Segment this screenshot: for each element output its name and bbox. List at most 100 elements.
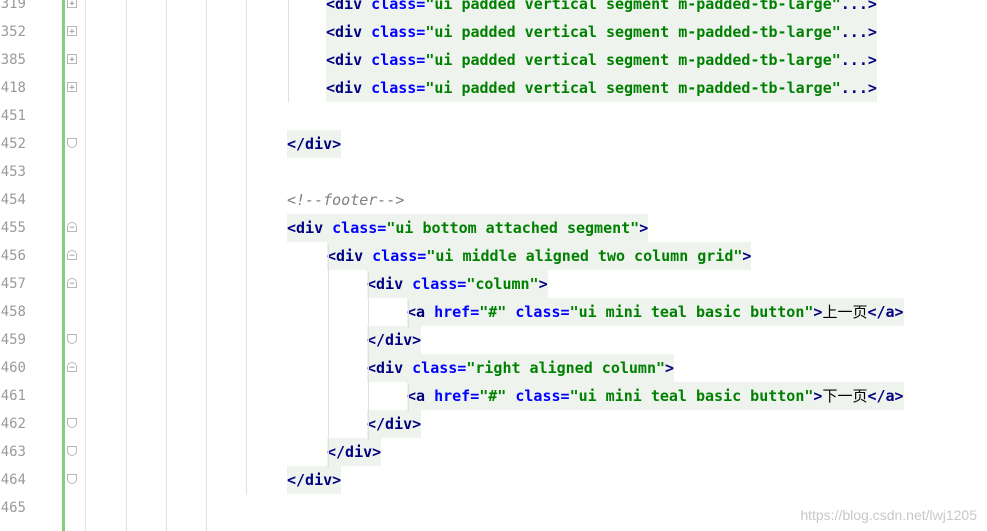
fold-expand-icon[interactable]: + bbox=[67, 0, 77, 9]
code-token: "#" bbox=[479, 387, 516, 405]
code-line[interactable]: 462 </div> bbox=[0, 410, 987, 438]
line-number: 453 bbox=[0, 164, 26, 180]
code-line[interactable]: 458 <a href="#" class="ui mini teal basic… bbox=[0, 298, 987, 326]
code-token: "ui padded vertical segment m-padded-tb-… bbox=[425, 51, 841, 69]
code-line[interactable]: 460 − <div class="right aligned column"> bbox=[0, 354, 987, 382]
indent-guide bbox=[126, 0, 127, 531]
code-line[interactable]: 352 + <div class="ui padded vertical segme… bbox=[0, 18, 987, 46]
code-text: <div class="ui padded vertical segment m… bbox=[326, 18, 877, 46]
code-token: </a> bbox=[867, 387, 904, 405]
indent-guide bbox=[166, 0, 167, 531]
line-number: 319 bbox=[0, 0, 26, 12]
code-text: </div> bbox=[287, 130, 342, 158]
code-token: "column" bbox=[466, 275, 539, 293]
indent-guide bbox=[408, 384, 409, 412]
fold-collapse-icon[interactable]: − bbox=[67, 250, 77, 261]
code-line[interactable]: 461 <a href="#" class="ui mini teal basic… bbox=[0, 382, 987, 410]
code-text: <div class="ui bottom attached segment"> bbox=[287, 214, 649, 242]
code-token: ...> bbox=[840, 0, 877, 13]
code-token: href= bbox=[434, 387, 480, 405]
line-number: 455 bbox=[0, 220, 26, 236]
fold-collapse-icon[interactable]: − bbox=[67, 278, 77, 289]
code-token: <div bbox=[326, 79, 372, 97]
code-text: </div> bbox=[367, 326, 422, 354]
code-token: class= bbox=[515, 303, 570, 321]
code-token: "ui middle aligned two column grid" bbox=[426, 247, 743, 265]
code-line[interactable]: 464 </div> bbox=[0, 466, 987, 494]
code-token: class= bbox=[515, 387, 570, 405]
code-line[interactable]: 454 <!--footer--> bbox=[0, 186, 987, 214]
code-line[interactable]: 418 + <div class="ui padded vertical segme… bbox=[0, 74, 987, 102]
fold-expand-icon[interactable]: + bbox=[67, 26, 77, 37]
code-line[interactable]: 451 bbox=[0, 102, 987, 130]
code-token: class= bbox=[412, 275, 467, 293]
code-line[interactable]: 385 + <div class="ui padded vertical segme… bbox=[0, 46, 987, 74]
code-token: "ui bottom attached segment" bbox=[386, 219, 640, 237]
code-token: "#" bbox=[479, 303, 516, 321]
fold-end-icon bbox=[67, 334, 77, 344]
line-number: 457 bbox=[0, 276, 26, 292]
code-line[interactable]: 452 </div> bbox=[0, 130, 987, 158]
line-number: 452 bbox=[0, 136, 26, 152]
code-token: ...> bbox=[840, 51, 877, 69]
code-token: <div bbox=[326, 0, 372, 13]
line-number: 458 bbox=[0, 304, 26, 320]
code-text: <div class="ui padded vertical segment m… bbox=[326, 46, 877, 74]
code-token: "ui padded vertical segment m-padded-tb-… bbox=[425, 79, 841, 97]
watermark-text: https://blog.csdn.net/lwj1205 bbox=[800, 507, 977, 523]
code-token: > bbox=[538, 275, 548, 293]
code-text: <div class="column"> bbox=[367, 270, 548, 298]
code-token: <div bbox=[367, 275, 413, 293]
code-text: <a href="#" class="ui mini teal basic bu… bbox=[407, 298, 904, 326]
code-line[interactable]: 459 </div> bbox=[0, 326, 987, 354]
line-number: 463 bbox=[0, 444, 26, 460]
code-token: > bbox=[742, 247, 752, 265]
code-token: </div> bbox=[327, 443, 382, 461]
code-token: > bbox=[665, 359, 675, 377]
code-token: "ui mini teal basic button" bbox=[569, 303, 814, 321]
code-text: <div class="ui padded vertical segment m… bbox=[326, 0, 877, 18]
code-line[interactable]: 453 bbox=[0, 158, 987, 186]
fold-end-icon bbox=[67, 446, 77, 456]
code-text: <!--footer--> bbox=[287, 186, 404, 214]
line-number: 464 bbox=[0, 472, 26, 488]
code-token: "ui padded vertical segment m-padded-tb-… bbox=[425, 0, 841, 13]
code-text: <div class="ui middle aligned two column… bbox=[327, 242, 752, 270]
indent-guide bbox=[368, 272, 369, 440]
code-token: class= bbox=[371, 51, 426, 69]
code-line[interactable]: 319 + <div class="ui padded vertical segme… bbox=[0, 0, 987, 18]
code-token: class= bbox=[371, 23, 426, 41]
code-token: <div bbox=[326, 23, 372, 41]
line-number: 456 bbox=[0, 248, 26, 264]
code-line[interactable]: 457 − <div class="column"> bbox=[0, 270, 987, 298]
code-token: </a> bbox=[867, 303, 904, 321]
code-token: <div bbox=[327, 247, 373, 265]
code-token: </div> bbox=[287, 135, 342, 153]
code-token: "right aligned column" bbox=[466, 359, 666, 377]
code-token: "ui mini teal basic button" bbox=[569, 387, 814, 405]
fold-expand-icon[interactable]: + bbox=[67, 54, 77, 65]
code-token: 上一页 bbox=[822, 303, 868, 321]
fold-collapse-icon[interactable]: − bbox=[67, 222, 77, 233]
fold-end-icon bbox=[67, 474, 77, 484]
code-line[interactable]: 455 − <div class="ui bottom attached segme… bbox=[0, 214, 987, 242]
code-token: <!--footer--> bbox=[287, 191, 405, 209]
fold-end-icon bbox=[67, 138, 77, 148]
code-line[interactable]: 456 − <div class="ui middle aligned two co… bbox=[0, 242, 987, 270]
code-text: </div> bbox=[367, 410, 422, 438]
code-token: ...> bbox=[840, 79, 877, 97]
code-token: </div> bbox=[287, 471, 342, 489]
code-editor[interactable]: 319 + <div class="ui padded vertical segme… bbox=[0, 0, 987, 531]
code-token: class= bbox=[371, 79, 426, 97]
code-token: class= bbox=[371, 0, 426, 13]
code-text: <div class="ui padded vertical segment m… bbox=[326, 74, 877, 102]
fold-collapse-icon[interactable]: − bbox=[67, 362, 77, 373]
code-token: class= bbox=[412, 359, 467, 377]
line-number: 454 bbox=[0, 192, 26, 208]
code-line[interactable]: 463 </div> bbox=[0, 438, 987, 466]
code-text: <div class="right aligned column"> bbox=[367, 354, 675, 382]
line-number: 451 bbox=[0, 108, 26, 124]
fold-expand-icon[interactable]: + bbox=[67, 82, 77, 93]
indent-guide bbox=[206, 0, 207, 531]
indent-guide bbox=[408, 300, 409, 328]
